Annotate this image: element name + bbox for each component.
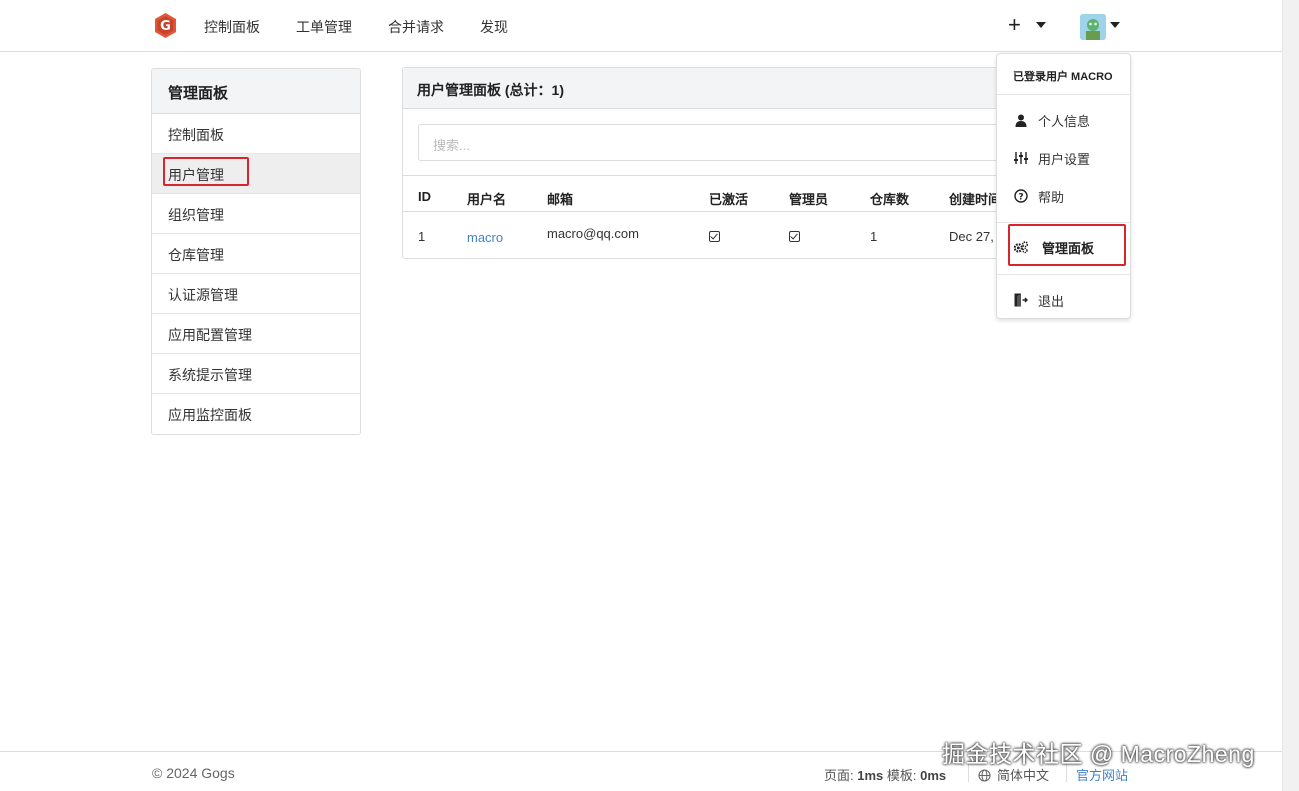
avatar-image-icon bbox=[1080, 14, 1106, 40]
highlight-box-admin-panel bbox=[1008, 224, 1126, 266]
copyright-text: © 2024 Gogs bbox=[152, 765, 235, 781]
search-input[interactable]: 搜索... bbox=[418, 124, 1001, 161]
user-dropdown-menu: 已登录用户 MACRO 个人信息 用户设置 ? 帮助 管理面板 退出 bbox=[996, 53, 1131, 319]
page: G 控制面板 工单管理 合并请求 发现 + 管理面板 控制面板 用户管理 组织管… bbox=[0, 0, 1299, 791]
nav-explore[interactable]: 发现 bbox=[480, 17, 508, 37]
dropdown-divider bbox=[997, 274, 1130, 275]
template-time-label: 模板: bbox=[883, 768, 921, 783]
nav-issues[interactable]: 工单管理 bbox=[296, 17, 352, 37]
menu-item-settings[interactable]: 用户设置 bbox=[1013, 148, 1090, 168]
top-navbar: G 控制面板 工单管理 合并请求 发现 + bbox=[0, 0, 1282, 52]
user-icon bbox=[1013, 112, 1029, 128]
sidebar-item-notices[interactable]: 系统提示管理 bbox=[152, 354, 360, 394]
dropdown-divider bbox=[997, 94, 1130, 95]
table-top-divider bbox=[403, 175, 1001, 176]
menu-item-label: 退出 bbox=[1038, 293, 1065, 309]
panel-title: 用户管理面板 (总计：1) bbox=[403, 68, 1001, 109]
nav-dashboard[interactable]: 控制面板 bbox=[204, 17, 260, 37]
vertical-scrollbar[interactable] bbox=[1282, 0, 1299, 791]
cell-username-link[interactable]: macro bbox=[467, 230, 503, 245]
sidebar-item-auth-sources[interactable]: 认证源管理 bbox=[152, 274, 360, 314]
signed-in-as-label: 已登录用户 MACRO bbox=[1013, 71, 1113, 83]
cell-repos: 1 bbox=[870, 229, 878, 244]
activated-check-icon bbox=[709, 231, 720, 242]
sidebar-item-label: 认证源管理 bbox=[168, 287, 238, 303]
menu-item-label: 帮助 bbox=[1038, 189, 1065, 205]
dropdown-divider bbox=[997, 222, 1130, 223]
globe-icon bbox=[978, 769, 991, 782]
language-label: 简体中文 bbox=[997, 768, 1050, 783]
create-new-button[interactable]: + bbox=[1008, 12, 1021, 38]
user-avatar[interactable] bbox=[1080, 14, 1106, 40]
menu-item-profile[interactable]: 个人信息 bbox=[1013, 110, 1090, 130]
user-management-panel: 用户管理面板 (总计：1) 搜索... ID 用户名 邮箱 已激活 管理员 仓库… bbox=[402, 67, 1002, 259]
column-header-username[interactable]: 用户名 bbox=[467, 189, 506, 208]
sidebar-item-config[interactable]: 应用配置管理 bbox=[152, 314, 360, 354]
sidebar-item-label: 系统提示管理 bbox=[168, 367, 252, 383]
help-circle-icon: ? bbox=[1013, 188, 1029, 204]
highlight-box-users bbox=[163, 157, 249, 186]
admin-check-icon bbox=[789, 231, 800, 242]
sidebar-item-label: 组织管理 bbox=[168, 207, 224, 223]
watermark-text: 掘金技术社区 @ MacroZheng bbox=[942, 741, 1255, 767]
sidebar-item-label: 应用配置管理 bbox=[168, 327, 252, 343]
table-header-divider bbox=[403, 211, 1001, 212]
sign-out-icon bbox=[1013, 292, 1029, 308]
column-header-created[interactable]: 创建时间 bbox=[949, 189, 1001, 208]
user-menu-caret-icon[interactable] bbox=[1110, 22, 1120, 28]
sliders-icon bbox=[1013, 150, 1029, 166]
cell-id: 1 bbox=[418, 229, 426, 244]
column-header-id[interactable]: ID bbox=[418, 189, 431, 204]
column-header-email[interactable]: 邮箱 bbox=[547, 189, 573, 208]
sidebar-header: 管理面板 bbox=[152, 69, 360, 114]
cell-email: macro@qq.com bbox=[547, 226, 639, 241]
svg-text:?: ? bbox=[1018, 193, 1023, 203]
admin-sidebar: 管理面板 控制面板 用户管理 组织管理 仓库管理 认证源管理 应用配置管理 系统… bbox=[151, 68, 361, 435]
menu-item-label: 用户设置 bbox=[1038, 151, 1091, 167]
sidebar-item-repositories[interactable]: 仓库管理 bbox=[152, 234, 360, 274]
column-header-repos[interactable]: 仓库数 bbox=[870, 189, 909, 208]
column-header-admin[interactable]: 管理员 bbox=[789, 189, 828, 208]
menu-item-sign-out[interactable]: 退出 bbox=[1013, 290, 1064, 310]
template-time-value: 0ms bbox=[920, 768, 947, 783]
sidebar-item-label: 应用监控面板 bbox=[168, 407, 252, 423]
column-header-activated[interactable]: 已激活 bbox=[709, 189, 748, 208]
page-time-value: 1ms bbox=[857, 768, 884, 783]
render-time-info: 页面: 1ms 模板: 0ms bbox=[824, 765, 946, 784]
menu-item-label: 个人信息 bbox=[1038, 113, 1091, 129]
sidebar-item-organizations[interactable]: 组织管理 bbox=[152, 194, 360, 234]
cell-created: Dec 27, bbox=[949, 229, 994, 244]
page-time-label: 页面: bbox=[824, 768, 858, 783]
nav-pull-requests[interactable]: 合并请求 bbox=[388, 17, 444, 37]
create-dropdown-caret-icon[interactable] bbox=[1036, 22, 1046, 28]
gogs-logo-icon[interactable]: G bbox=[152, 12, 179, 39]
sidebar-item-monitor[interactable]: 应用监控面板 bbox=[152, 394, 360, 434]
svg-text:G: G bbox=[160, 19, 171, 34]
menu-item-help[interactable]: ? 帮助 bbox=[1013, 186, 1064, 206]
sidebar-item-label: 仓库管理 bbox=[168, 247, 224, 263]
sidebar-item-label: 控制面板 bbox=[168, 127, 224, 143]
sidebar-item-dashboard[interactable]: 控制面板 bbox=[152, 114, 360, 154]
